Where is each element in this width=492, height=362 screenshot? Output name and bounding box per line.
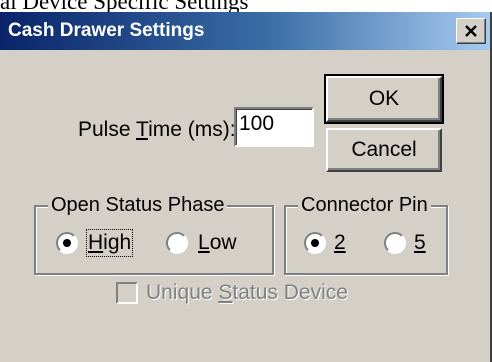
radio-low-label[interactable]: Low [198,231,237,255]
radio-pin-2[interactable] [304,232,326,254]
unique-status-device-checkbox[interactable] [116,282,138,304]
radio-high-label[interactable]: High [85,229,134,257]
open-status-phase-title: Open Status Phase [48,193,228,217]
radio-pin-5-label[interactable]: 5 [414,231,426,255]
radio-pin-5[interactable] [384,232,406,254]
radio-selected-dot [311,239,319,247]
open-status-phase-group: Open Status Phase High Low [34,193,274,275]
radio-pin-2-label[interactable]: 2 [334,231,346,255]
connector-pin-group: Connector Pin 2 5 [284,193,448,275]
cash-drawer-settings-dialog: Cash Drawer Settings Pulse Time (ms): 10… [0,12,492,362]
pulse-time-label: Pulse Time (ms): [78,118,236,141]
cancel-button[interactable]: Cancel [326,128,442,172]
radio-high[interactable] [56,232,78,254]
radio-selected-dot [63,239,71,247]
connector-pin-title: Connector Pin [298,193,431,217]
ok-button[interactable]: OK [324,74,444,124]
radio-low[interactable] [166,232,188,254]
unique-status-device-label: Unique Status Device [146,281,348,304]
close-button[interactable] [456,18,486,44]
window-title: Cash Drawer Settings [8,20,205,41]
close-icon [465,25,477,37]
title-bar[interactable]: Cash Drawer Settings [0,12,490,50]
pulse-time-input[interactable]: 100 [234,107,314,147]
